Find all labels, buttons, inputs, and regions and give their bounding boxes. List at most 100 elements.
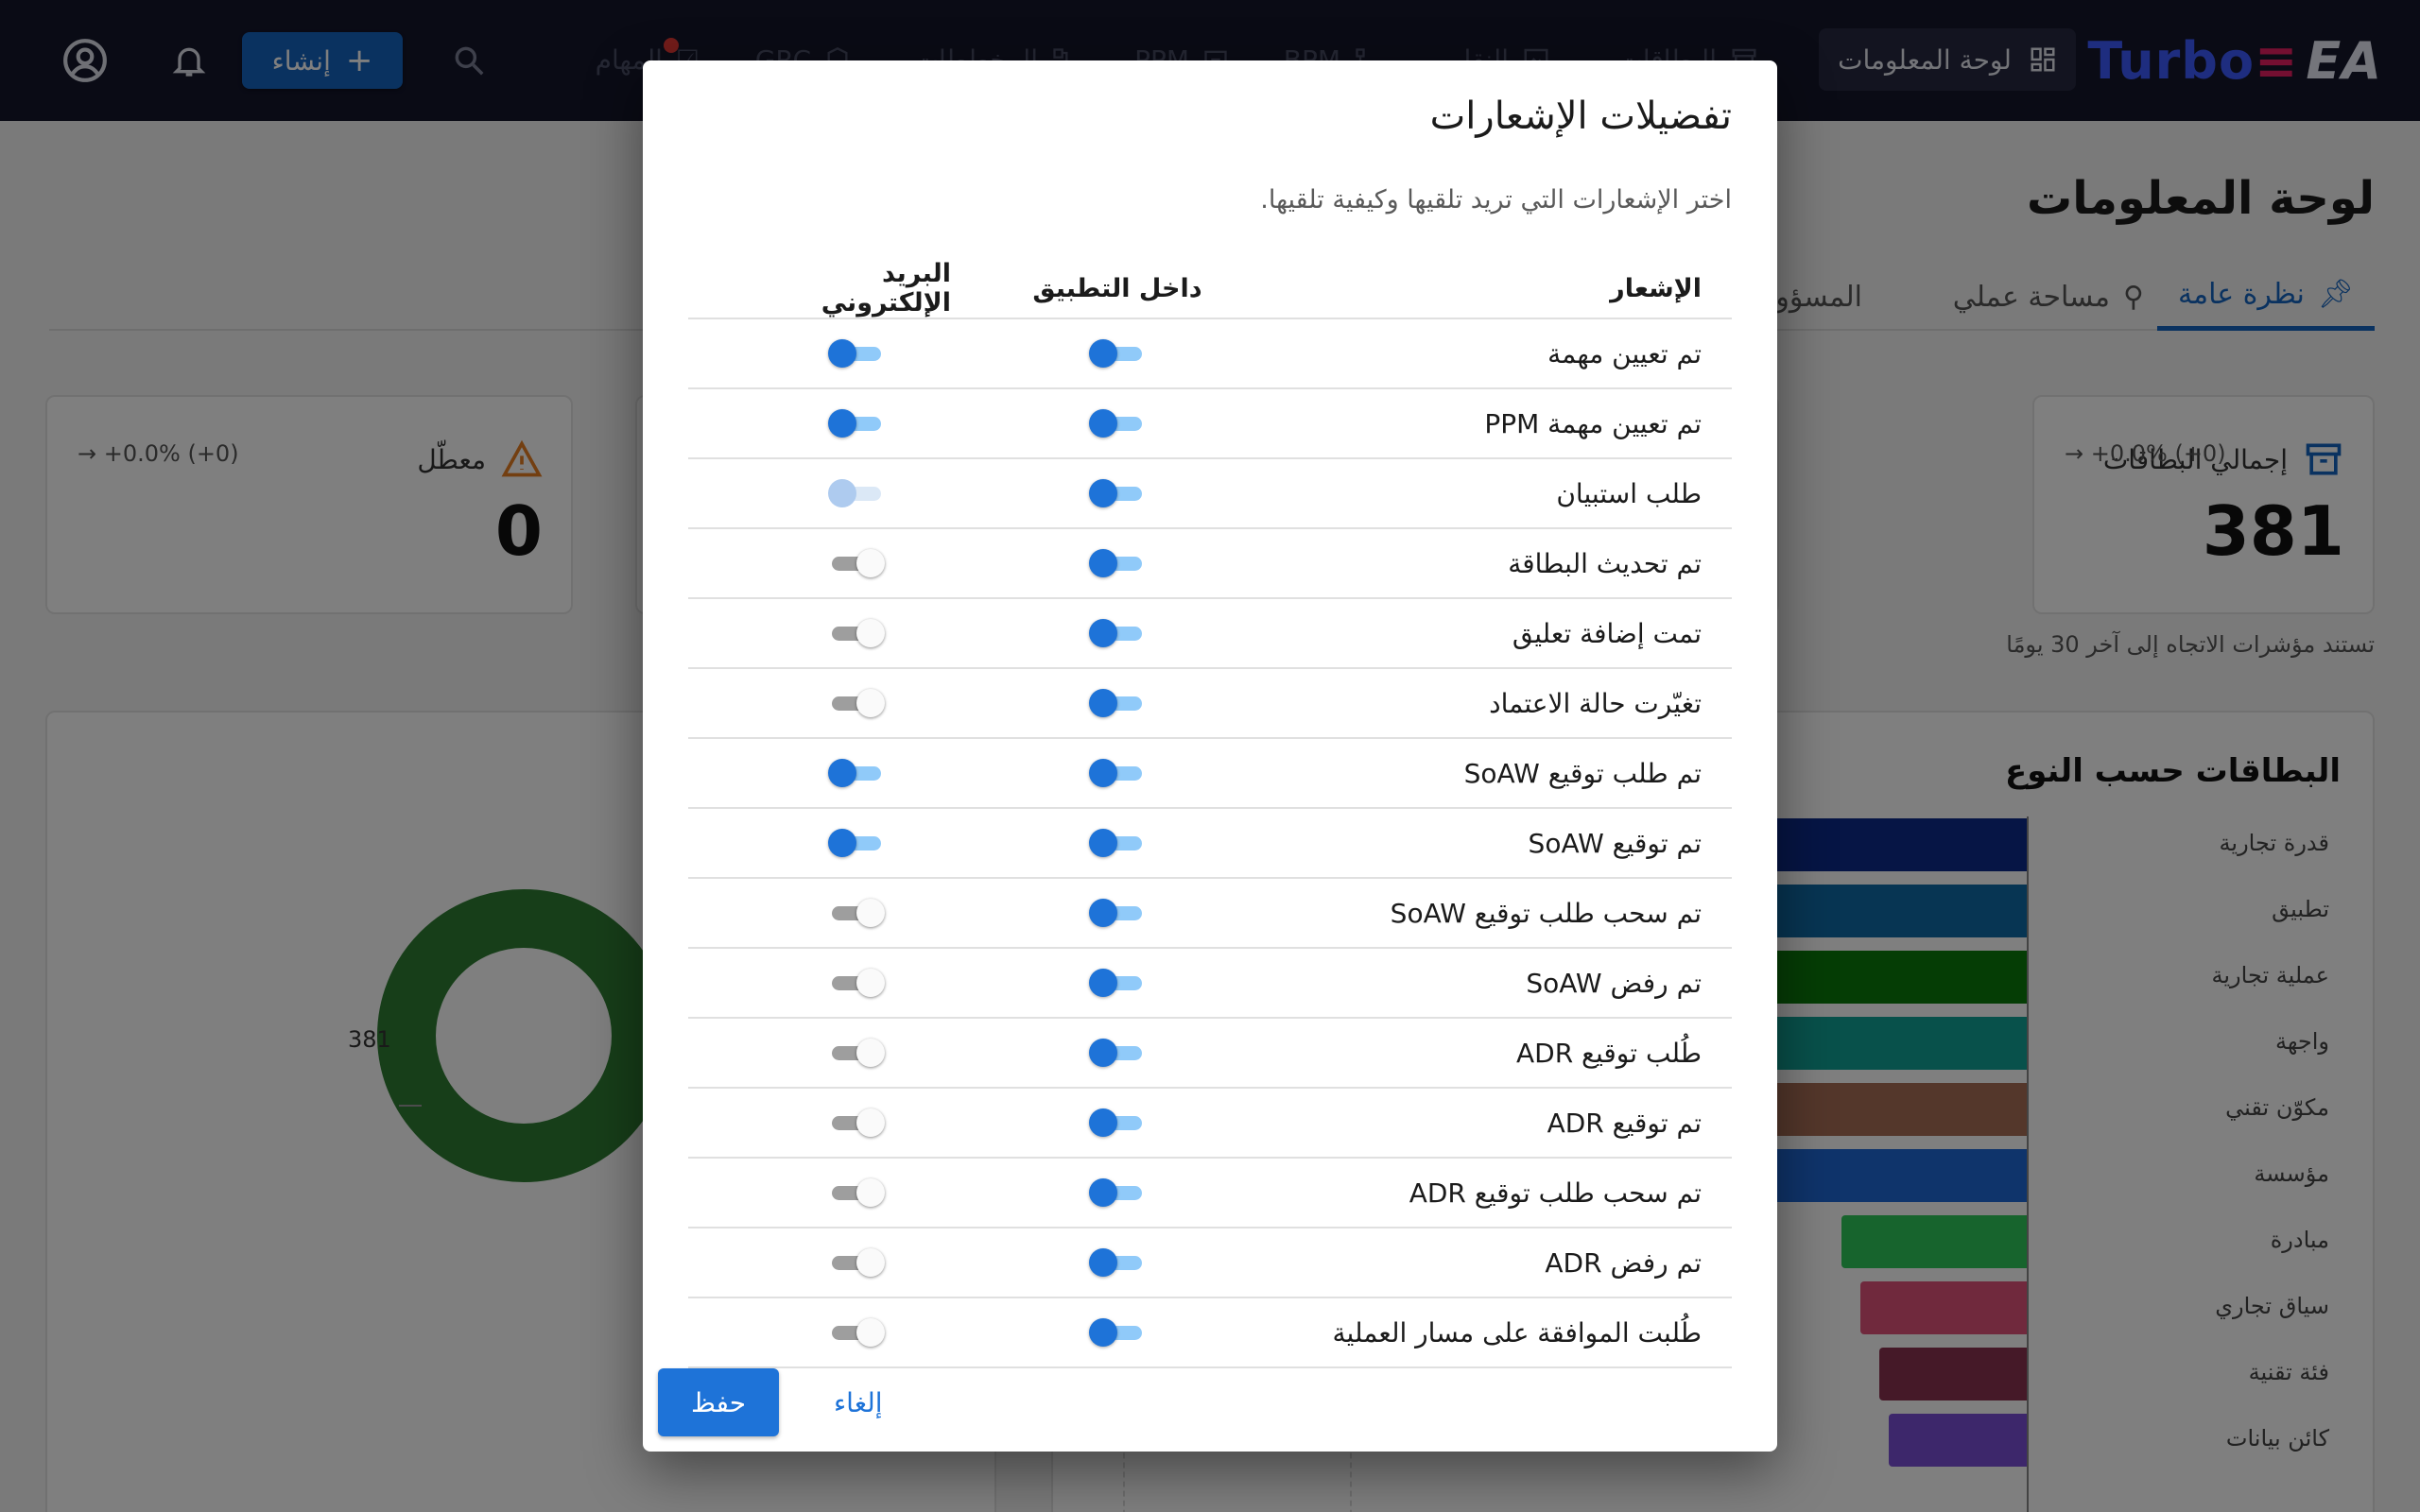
in-app-toggle[interactable]	[1089, 337, 1146, 369]
in-app-toggle[interactable]	[1089, 547, 1146, 579]
table-row: تم رفض ADR	[688, 1228, 1732, 1298]
in-app-cell	[1023, 1019, 1212, 1087]
table-row: تم سحب طلب توقيع SoAW	[688, 879, 1732, 949]
toggle-thumb	[856, 619, 885, 647]
in-app-cell	[1023, 1298, 1212, 1366]
email-cell	[762, 879, 951, 947]
notification-label: طُلبت الموافقة على مسار العملية	[1332, 1316, 1702, 1349]
table-row: تم توقيع ADR	[688, 1089, 1732, 1159]
in-app-toggle[interactable]	[1089, 757, 1146, 789]
toggle-thumb	[856, 1039, 885, 1067]
table-row: تم تعيين مهمة	[688, 319, 1732, 389]
in-app-toggle[interactable]	[1089, 897, 1146, 929]
in-app-cell	[1023, 1228, 1212, 1297]
toggle-thumb	[828, 479, 856, 507]
email-cell	[762, 1159, 951, 1227]
notification-label: تم سحب طلب توقيع SoAW	[1390, 897, 1702, 929]
in-app-toggle[interactable]	[1089, 477, 1146, 509]
email-toggle[interactable]	[828, 1037, 885, 1069]
email-toggle[interactable]	[828, 1177, 885, 1209]
in-app-toggle[interactable]	[1089, 967, 1146, 999]
in-app-toggle[interactable]	[1089, 407, 1146, 439]
email-cell	[762, 809, 951, 877]
email-toggle[interactable]	[828, 1316, 885, 1349]
notification-label: تم طلب توقيع SoAW	[1463, 757, 1702, 789]
in-app-cell	[1023, 1159, 1212, 1227]
toggle-thumb	[856, 1248, 885, 1277]
in-app-cell	[1023, 529, 1212, 597]
in-app-toggle[interactable]	[1089, 827, 1146, 859]
toggle-thumb	[856, 1318, 885, 1347]
email-toggle[interactable]	[828, 617, 885, 649]
toggle-thumb	[1089, 689, 1117, 717]
email-toggle[interactable]	[828, 757, 885, 789]
in-app-toggle[interactable]	[1089, 1037, 1146, 1069]
table-row: طلب استبيان	[688, 459, 1732, 529]
email-toggle[interactable]	[828, 1246, 885, 1279]
toggle-thumb	[1089, 409, 1117, 438]
table-row: تم سحب طلب توقيع ADR	[688, 1159, 1732, 1228]
notification-label: طُلب توقيع ADR	[1515, 1037, 1702, 1069]
in-app-toggle[interactable]	[1089, 1177, 1146, 1209]
header-notification: الإشعار	[1610, 273, 1702, 303]
email-toggle[interactable]	[828, 407, 885, 439]
toggle-thumb	[1089, 1248, 1117, 1277]
toggle-thumb	[1089, 1039, 1117, 1067]
save-button[interactable]: حفظ	[658, 1368, 779, 1436]
toggle-thumb	[856, 899, 885, 927]
in-app-cell	[1023, 389, 1212, 457]
in-app-cell	[1023, 669, 1212, 737]
in-app-toggle[interactable]	[1089, 687, 1146, 719]
in-app-toggle[interactable]	[1089, 1316, 1146, 1349]
table-row: تم رفض SoAW	[688, 949, 1732, 1019]
notification-label: تم تعيين مهمة	[1547, 337, 1702, 369]
header-in-app: داخل التطبيق	[1032, 273, 1202, 303]
toggle-thumb	[856, 549, 885, 577]
header-email: البريد الإلكتروني	[821, 259, 951, 318]
email-toggle[interactable]	[828, 827, 885, 859]
toggle-thumb	[1089, 759, 1117, 787]
in-app-cell	[1023, 949, 1212, 1017]
email-toggle[interactable]	[828, 687, 885, 719]
email-toggle[interactable]	[828, 547, 885, 579]
notification-label: طلب استبيان	[1556, 477, 1702, 509]
notification-label: تم تعيين مهمة PPM	[1484, 407, 1702, 439]
table-row: تمت إضافة تعليق	[688, 599, 1732, 669]
email-cell	[762, 1228, 951, 1297]
table-row: تم طلب توقيع SoAW	[688, 739, 1732, 809]
toggle-thumb	[828, 829, 856, 857]
toggle-thumb	[856, 1108, 885, 1137]
email-cell	[762, 529, 951, 597]
dialog-description: اختر الإشعارات التي تريد تلقيها وكيفية ت…	[1260, 185, 1732, 215]
email-toggle[interactable]	[828, 897, 885, 929]
notification-label: تمت إضافة تعليق	[1512, 617, 1702, 649]
toggle-thumb	[1089, 1318, 1117, 1347]
table-body: تم تعيين مهمة تم تعيين مهمة PPM طلب استبيا…	[688, 319, 1732, 1368]
email-cell	[762, 389, 951, 457]
in-app-cell	[1023, 459, 1212, 527]
table-header: الإشعار داخل التطبيق البريد الإلكتروني	[688, 259, 1732, 319]
notification-preferences-dialog: تفضيلات الإشعارات اختر الإشعارات التي تر…	[643, 60, 1777, 1452]
in-app-toggle[interactable]	[1089, 617, 1146, 649]
email-cell	[762, 1298, 951, 1366]
toggle-thumb	[1089, 899, 1117, 927]
notification-label: تغيّرت حالة الاعتماد	[1489, 687, 1702, 719]
notification-label: تم رفض SoAW	[1526, 967, 1702, 999]
toggle-thumb	[1089, 479, 1117, 507]
in-app-toggle[interactable]	[1089, 1246, 1146, 1279]
table-row: تم تحديث البطاقة	[688, 529, 1732, 599]
in-app-toggle[interactable]	[1089, 1107, 1146, 1139]
email-toggle[interactable]	[828, 967, 885, 999]
email-toggle[interactable]	[828, 1107, 885, 1139]
table-row: طُلبت الموافقة على مسار العملية	[688, 1298, 1732, 1368]
toggle-thumb	[1089, 1108, 1117, 1137]
email-cell	[762, 599, 951, 667]
in-app-cell	[1023, 809, 1212, 877]
cancel-button[interactable]: إلغاء	[817, 1368, 900, 1436]
email-cell	[762, 1089, 951, 1157]
email-cell	[762, 669, 951, 737]
notification-label: تم رفض ADR	[1545, 1246, 1702, 1279]
dialog-title: تفضيلات الإشعارات	[1429, 94, 1732, 138]
email-toggle[interactable]	[828, 337, 885, 369]
in-app-cell	[1023, 319, 1212, 387]
